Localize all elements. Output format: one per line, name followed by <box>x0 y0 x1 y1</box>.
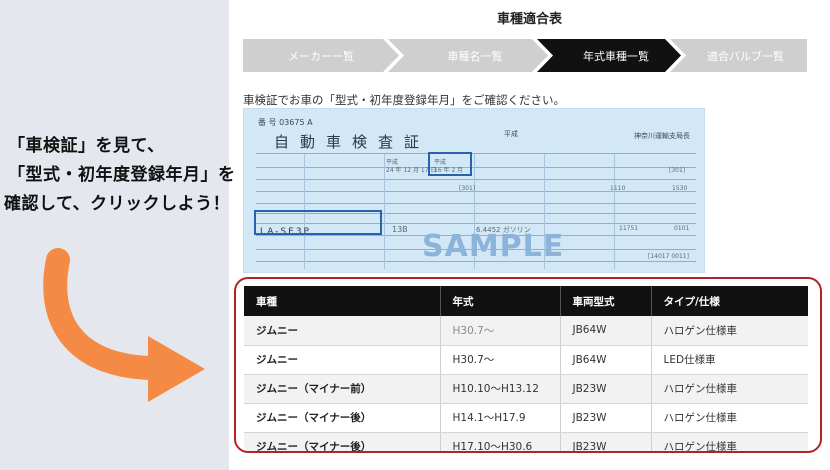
table-row[interactable]: ジムニー H30.7〜 JB64W LED仕様車 <box>244 345 808 375</box>
cert-engine: 13B <box>392 225 408 234</box>
cell-type[interactable]: ハロゲン仕様車 <box>651 374 808 404</box>
cert-era: 平成 <box>504 130 518 138</box>
cell-model[interactable]: ジムニー（マイナー後） <box>244 432 441 451</box>
step-bulb-list[interactable]: 適合バルブ一覧 <box>670 39 807 72</box>
cert-misc-5: 0101 <box>674 225 690 232</box>
cell-year[interactable]: H10.10〜H13.12 <box>440 374 561 404</box>
cert-misc-1b: [301] <box>459 185 476 192</box>
table-header-row: 車種 年式 車両型式 タイプ/仕様 <box>244 286 808 316</box>
cell-type[interactable]: ハロゲン仕様車 <box>651 403 808 433</box>
cert-misc-6: [14017 0011] <box>648 253 689 260</box>
table-row[interactable]: ジムニー（マイナー後） H14.1〜H17.9 JB23W ハロゲン仕様車 <box>244 403 808 433</box>
curved-arrow-icon <box>43 248 205 402</box>
cell-vehicle-code[interactable]: JB23W <box>560 374 652 404</box>
cell-model[interactable]: ジムニー（マイナー後） <box>244 403 441 433</box>
cert-misc-1: [301] <box>669 167 686 174</box>
cell-vehicle-code[interactable]: JB23W <box>560 403 652 433</box>
step-year-model-list[interactable]: 年式車種一覧 <box>537 39 681 72</box>
table-row[interactable]: ジムニー H30.7〜 JB64W ハロゲン仕様車 <box>244 316 808 346</box>
cert-misc-3: 1530 <box>672 185 688 192</box>
cell-model[interactable]: ジムニー <box>244 345 441 375</box>
content-panel: 車種適合表 メーカー一覧 車種名一覧 年式車種一覧 適合バルブ一覧 車検証でお車… <box>229 0 830 470</box>
table-highlight-frame: 車種 年式 車両型式 タイプ/仕様 ジムニー H30.7〜 JB64W ハロゲン… <box>234 277 822 453</box>
first-registration-highlight <box>428 152 472 176</box>
cell-vehicle-code[interactable]: JB23W <box>560 432 652 451</box>
instruction-callout: 「車検証」を見て、 「型式・初年度登録年月」を 確認して、クリックしよう！ <box>4 132 304 219</box>
table-row[interactable]: ジムニー（マイナー後） H17.10〜H30.6 JB23W ハロゲン仕様車 <box>244 432 808 451</box>
header-vehicle-code: 車両型式 <box>560 286 652 316</box>
cell-vehicle-code[interactable]: JB64W <box>560 316 652 346</box>
cert-misc-4: 11751 <box>619 225 639 232</box>
step-breadcrumb: メーカー一覧 車種名一覧 年式車種一覧 適合バルブ一覧 <box>243 39 807 72</box>
table-row[interactable]: ジムニー（マイナー前） H10.10〜H13.12 JB23W ハロゲン仕様車 <box>244 374 808 404</box>
page-title: 車種適合表 <box>496 12 562 27</box>
sample-certificate-image: 番 号 03675 A 自動車検査証 平成 神奈川運輸支局長 平成 24 年 1… <box>243 108 705 273</box>
intro-text: 車検証でお車の「型式・初年度登録年月」をご確認ください。 <box>243 93 565 107</box>
cell-type[interactable]: LED仕様車 <box>651 345 808 375</box>
cell-type[interactable]: ハロゲン仕様車 <box>651 316 808 346</box>
callout-line-2: 「型式・初年度登録年月」を <box>8 165 236 185</box>
cell-vehicle-code[interactable]: JB64W <box>560 345 652 375</box>
cell-year[interactable]: H14.1〜H17.9 <box>440 403 561 433</box>
cert-misc-2: 1110 <box>610 185 626 192</box>
cert-serial: 番 号 03675 A <box>258 118 313 127</box>
sample-watermark: SAMPLE <box>422 229 565 264</box>
cell-type[interactable]: ハロゲン仕様車 <box>651 432 808 451</box>
cell-year[interactable]: H30.7〜 <box>440 345 561 375</box>
cert-office: 神奈川運輸支局長 <box>634 132 690 140</box>
step-car-name-list[interactable]: 車種名一覧 <box>388 39 548 72</box>
callout-line-1: 「車検証」を見て、 <box>8 136 165 156</box>
compatibility-table: 車種 年式 車両型式 タイプ/仕様 ジムニー H30.7〜 JB64W ハロゲン… <box>244 286 808 451</box>
header-type: タイプ/仕様 <box>651 286 808 316</box>
cell-model[interactable]: ジムニー <box>244 316 441 346</box>
cell-year[interactable]: H30.7〜 <box>440 316 561 346</box>
header-year: 年式 <box>440 286 561 316</box>
cell-model[interactable]: ジムニー（マイナー前） <box>244 374 441 404</box>
cell-year[interactable]: H17.10〜H30.6 <box>440 432 561 451</box>
step-maker-list[interactable]: メーカー一覧 <box>243 39 399 72</box>
header-model: 車種 <box>244 286 441 316</box>
callout-line-3: 確認して、クリックしよう！ <box>4 194 231 214</box>
